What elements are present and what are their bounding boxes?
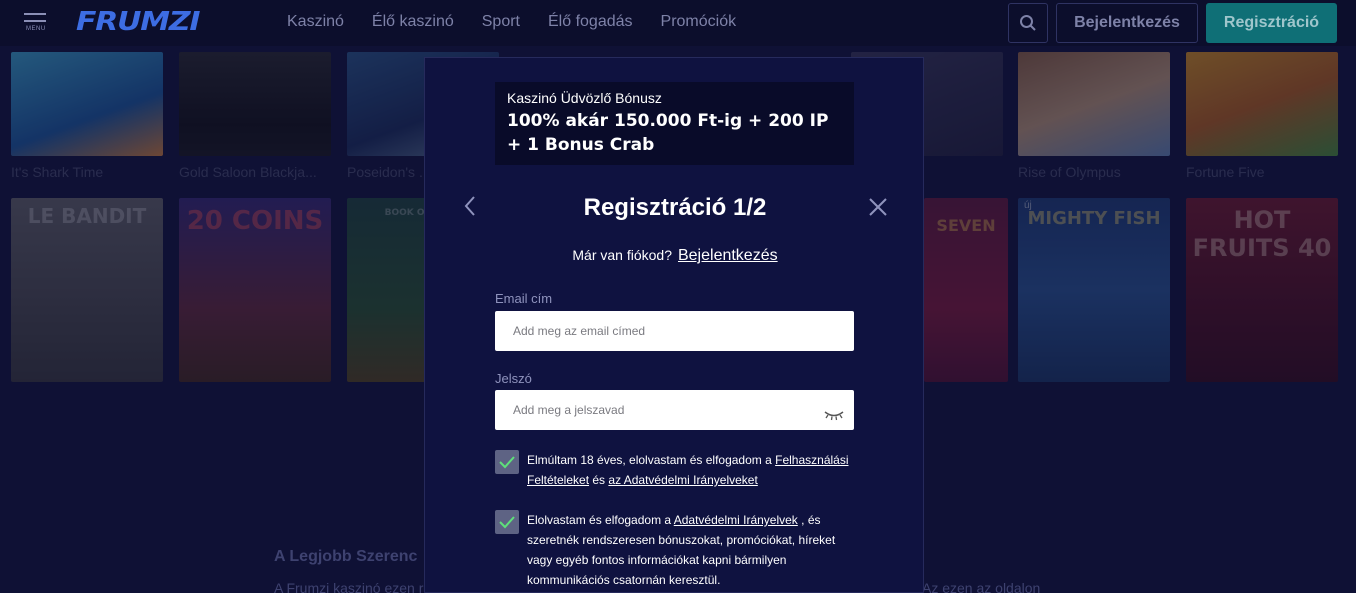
nav-live-casino[interactable]: Élő kaszinó	[372, 13, 454, 31]
close-icon	[869, 198, 887, 216]
game-tile[interactable]: 20 COINS	[179, 198, 331, 382]
page-paragraph: A Frumzi kaszinó ezen re	[274, 580, 432, 593]
terms-checkbox[interactable]	[495, 450, 519, 474]
game-thumbnail: LE BANDIT	[11, 198, 163, 382]
menu-label: MENU	[26, 26, 46, 32]
login-link[interactable]: Bejelentkezés	[678, 247, 778, 264]
bonus-title-line2: + 1 Bonus Crab	[507, 135, 655, 155]
hamburger-icon	[24, 13, 46, 15]
privacy-link[interactable]: az Adatvédelmi Irányelveket	[608, 473, 757, 487]
game-thumbnail: HOT FRUITS 40	[1186, 198, 1338, 382]
game-tile[interactable]: HOT FRUITS 40	[1186, 198, 1338, 382]
consent-text: Elmúltam 18 éves, elolvastam és elfogado…	[527, 453, 776, 467]
checkmark-icon	[499, 456, 515, 469]
game-thumbnail	[11, 52, 163, 156]
game-tile[interactable]: Fortune Five	[1186, 52, 1338, 180]
game-logo-text: HOT FRUITS 40	[1192, 206, 1332, 262]
password-label: Jelszó	[495, 371, 532, 386]
nav-casino[interactable]: Kaszinó	[287, 13, 344, 31]
bonus-title-line1: 100% akár 150.000 Ft-ig + 200 IP	[507, 111, 829, 131]
game-title: Fortune Five	[1186, 164, 1265, 180]
main-nav: Kaszinó Élő kaszinó Sport Élő fogadás Pr…	[287, 13, 764, 31]
login-button[interactable]: Bejelentkezés	[1056, 3, 1198, 43]
menu-button[interactable]: MENU	[24, 13, 50, 35]
game-tile[interactable]: SEVEN	[924, 198, 1008, 382]
game-title: It's Shark Time	[11, 164, 104, 180]
bonus-label: Kaszinó Üdvözlő Bónusz	[507, 90, 662, 106]
nav-promotions[interactable]: Promóciók	[661, 13, 737, 31]
checkmark-icon	[499, 516, 515, 529]
game-thumbnail: SEVEN	[924, 198, 1008, 382]
game-title: Gold Saloon Blackja...	[179, 164, 317, 180]
game-thumbnail: 20 COINS	[179, 198, 331, 382]
eye-closed-icon	[824, 411, 844, 421]
game-tile[interactable]: új MIGHTY FISH	[1018, 198, 1170, 382]
privacy-policy-link[interactable]: Adatvédelmi Irányelvek	[674, 513, 798, 527]
game-thumbnail	[179, 52, 331, 156]
register-button[interactable]: Regisztráció	[1206, 3, 1337, 43]
game-logo-text: MIGHTY FISH	[1027, 208, 1161, 229]
search-button[interactable]	[1008, 3, 1048, 43]
password-field[interactable]	[495, 390, 854, 430]
password-visibility-toggle[interactable]	[823, 408, 845, 421]
email-label: Email cím	[495, 291, 553, 306]
marketing-checkbox[interactable]	[495, 510, 519, 534]
game-tile[interactable]: LE BANDIT	[11, 198, 163, 382]
hamburger-bar	[24, 20, 46, 22]
top-header: MENU FRUMZI Kaszinó Élő kaszinó Sport Él…	[0, 0, 1356, 46]
page-heading: A Legjobb Szerenc	[274, 548, 418, 565]
marketing-consent-text: Elolvastam és elfogadom a Adatvédelmi Ir…	[527, 510, 854, 590]
existing-account-line: Már van fiókod? Bejelentkezés	[425, 247, 925, 265]
game-logo-text: LE BANDIT	[27, 204, 147, 228]
search-icon	[1020, 15, 1036, 31]
logo-text: FRUMZI	[76, 7, 201, 37]
nav-sport[interactable]: Sport	[482, 13, 520, 31]
game-thumbnail	[1186, 52, 1338, 156]
page-paragraph: Az ezen az oldalon	[922, 580, 1041, 593]
consent-row-terms: Elmúltam 18 éves, elolvastam és elfogado…	[495, 450, 854, 490]
consent-text: és	[589, 473, 609, 487]
terms-consent-text: Elmúltam 18 éves, elolvastam és elfogado…	[527, 450, 854, 490]
game-tile[interactable]: It's Shark Time	[11, 52, 163, 180]
logo[interactable]: FRUMZI	[76, 7, 201, 37]
game-tile[interactable]: Gold Saloon Blackja...	[179, 52, 331, 180]
game-tile[interactable]: Rise of Olympus	[1018, 52, 1170, 180]
game-thumbnail	[1018, 52, 1170, 156]
game-thumbnail: új MIGHTY FISH	[1018, 198, 1170, 382]
nav-live-betting[interactable]: Élő fogadás	[548, 13, 633, 31]
welcome-bonus-banner: Kaszinó Üdvözlő Bónusz 100% akár 150.000…	[495, 82, 854, 165]
game-logo-text: SEVEN	[936, 216, 996, 235]
modal-title: Regisztráció 1/2	[583, 194, 767, 221]
game-logo-text: 20 COINS	[186, 206, 324, 236]
consent-row-marketing: Elolvastam és elfogadom a Adatvédelmi Ir…	[495, 510, 854, 590]
registration-modal: Kaszinó Üdvözlő Bónusz 100% akár 150.000…	[424, 57, 924, 593]
game-title: Rise of Olympus	[1018, 164, 1121, 180]
account-question: Már van fiókod?	[572, 247, 672, 263]
email-field[interactable]	[495, 311, 854, 351]
close-button[interactable]	[867, 196, 889, 218]
consent-text: Elolvastam és elfogadom a	[527, 513, 674, 527]
